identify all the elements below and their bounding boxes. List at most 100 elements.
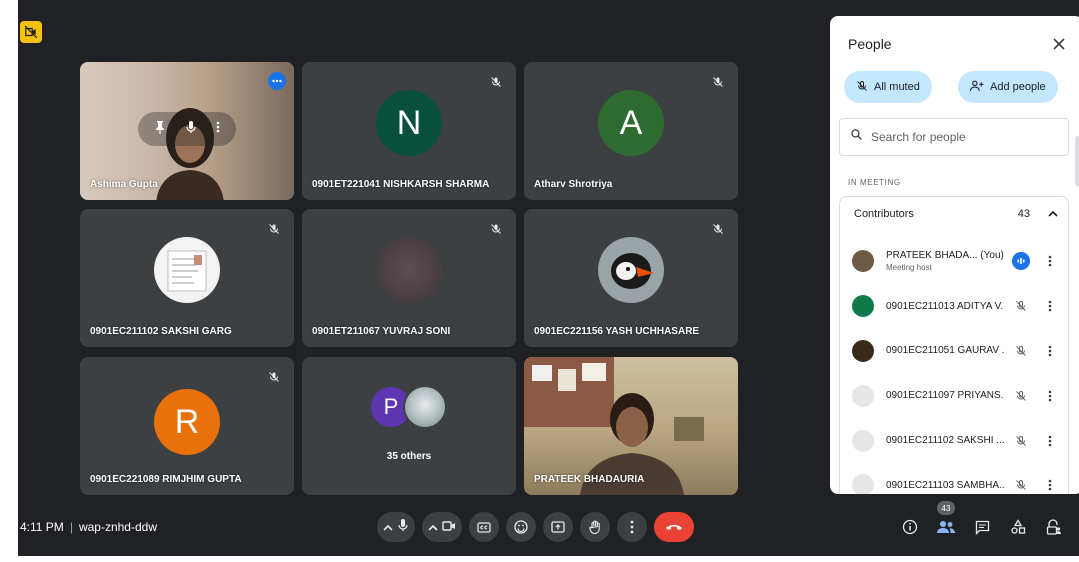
pin-icon[interactable] — [154, 120, 166, 139]
avatar — [852, 295, 874, 318]
camera-control[interactable] — [422, 512, 462, 542]
people-panel: People All muted Add people IN MEETING C… — [830, 16, 1079, 494]
participant-tile-yash[interactable]: 0901EC221156 YASH UCHHASARE — [524, 209, 738, 347]
person-silhouette — [156, 108, 224, 200]
divider: | — [69, 520, 73, 534]
list-item[interactable]: 0901EC211013 ADITYA V... — [840, 284, 1068, 329]
avatar — [852, 250, 874, 273]
chat-icon — [975, 520, 989, 535]
mic-off-icon — [1012, 297, 1030, 315]
participant-name: Ashima Gupta — [90, 179, 158, 190]
person-name: 0901EC211013 ADITYA V... — [886, 300, 1005, 312]
participant-photo — [376, 237, 442, 303]
avatar — [852, 339, 874, 362]
more-options-icon[interactable] — [1044, 390, 1056, 402]
more-options-icon[interactable] — [1044, 345, 1056, 357]
mic-off-icon — [856, 80, 868, 95]
participant-avatar: R — [154, 389, 220, 455]
reactions-button[interactable] — [506, 512, 536, 542]
person-name: 0901EC211103 SAMBHA... — [886, 479, 1005, 491]
captions-icon — [477, 521, 491, 533]
participant-name: Atharv Shrotriya — [534, 179, 613, 190]
camera-icon[interactable] — [442, 518, 456, 536]
camera-off-indicator-icon — [20, 21, 42, 43]
group-title: Contributors — [854, 208, 914, 220]
close-icon[interactable] — [1049, 34, 1069, 54]
list-item[interactable]: 0901EC211097 PRIYANS... — [840, 373, 1068, 418]
chat-button[interactable] — [970, 512, 994, 542]
meeting-details-button[interactable] — [898, 512, 922, 542]
participant-tile-rimjhim[interactable]: R 0901EC221089 RIMJHIM GUPTA — [80, 357, 294, 495]
all-muted-button[interactable]: All muted — [844, 71, 932, 103]
activities-button[interactable] — [1006, 512, 1030, 542]
participant-tile-atharv[interactable]: A Atharv Shrotriya — [524, 62, 738, 200]
chevron-up-icon[interactable] — [383, 518, 393, 536]
person-name: 0901EC211102 SAKSHI ... — [886, 435, 1005, 447]
meeting-info: 4:11 PM | wap-znhd-ddw — [20, 520, 157, 534]
mic-control[interactable] — [377, 512, 415, 542]
participant-tile-sakshi[interactable]: 0901EC211102 SAKSHI GARG — [80, 209, 294, 347]
participant-tile-yuvraj[interactable]: 0901ET211067 YUVRAJ SONI — [302, 209, 516, 347]
contributors-group: Contributors 43 PRATEEK BHADA... (You) M… — [839, 196, 1069, 494]
more-options-icon[interactable] — [1044, 435, 1056, 447]
mic-icon[interactable] — [397, 518, 409, 537]
leave-call-button[interactable] — [654, 512, 694, 542]
participant-photo — [403, 385, 447, 429]
avatar — [852, 474, 874, 494]
people-button[interactable]: 43 — [934, 501, 958, 542]
mic-off-icon — [264, 219, 284, 239]
participant-tile-others[interactable]: P 35 others — [302, 357, 516, 495]
mic-off-icon — [1012, 476, 1030, 494]
call-controls — [377, 512, 694, 542]
captions-button[interactable] — [469, 512, 499, 542]
chevron-up-icon[interactable] — [1048, 208, 1058, 220]
person-name: PRATEEK BHADA... (You) Meeting host — [886, 250, 1004, 273]
avatar — [852, 429, 874, 452]
lock-person-icon — [1046, 519, 1061, 535]
search-field[interactable] — [839, 118, 1069, 156]
participant-name: 0901ET221041 NISHKARSH SHARMA — [312, 179, 490, 190]
tile-hover-controls — [138, 112, 236, 146]
list-item[interactable]: PRATEEK BHADA... (You) Meeting host — [840, 239, 1068, 284]
raise-hand-button[interactable] — [580, 512, 610, 542]
avatar — [852, 384, 874, 407]
participant-name: 0901ET211067 YUVRAJ SONI — [312, 326, 451, 337]
add-people-label: Add people — [990, 81, 1046, 93]
mic-icon[interactable] — [185, 120, 197, 139]
mic-off-icon — [1012, 342, 1030, 360]
people-count-badge: 43 — [937, 501, 955, 515]
more-options-button[interactable] — [617, 512, 647, 542]
tile-more-icon[interactable] — [216, 120, 220, 138]
host-controls-button[interactable] — [1042, 512, 1066, 542]
mic-off-icon — [264, 367, 284, 387]
participant-tile-nishkarsh[interactable]: N 0901ET221041 NISHKARSH SHARMA — [302, 62, 516, 200]
host-label: Meeting host — [886, 263, 932, 273]
search-icon — [850, 128, 863, 146]
list-item[interactable]: 0901EC211051 GAURAV ... — [840, 329, 1068, 374]
more-options-icon[interactable] — [1044, 255, 1056, 267]
participant-tile-ashima[interactable]: Ashima Gupta — [80, 62, 294, 200]
side-controls: 43 — [898, 501, 1066, 542]
mic-off-icon — [708, 219, 728, 239]
participant-photo — [598, 237, 664, 303]
activities-icon — [1011, 519, 1026, 534]
more-options-icon[interactable] — [1044, 300, 1056, 312]
search-input[interactable] — [871, 130, 1051, 144]
present-button[interactable] — [543, 512, 573, 542]
participant-tile-prateek[interactable]: PRATEEK BHADAURIA — [524, 357, 738, 495]
all-muted-label: All muted — [874, 81, 920, 93]
people-list: PRATEEK BHADA... (You) Meeting host 0901… — [840, 239, 1068, 494]
tile-more-options-icon[interactable] — [268, 72, 286, 90]
chevron-up-icon[interactable] — [428, 518, 438, 536]
list-item[interactable]: 0901EC211102 SAKSHI ... — [840, 418, 1068, 463]
person-name: 0901EC211097 PRIYANS... — [886, 390, 1005, 402]
participant-name: 0901EC221089 RIMJHIM GUPTA — [90, 474, 242, 485]
speaking-indicator-icon — [1012, 252, 1031, 271]
list-item[interactable]: 0901EC211103 SAMBHA... — [840, 463, 1068, 494]
add-people-button[interactable]: Add people — [958, 71, 1058, 103]
panel-scrollbar[interactable] — [1075, 136, 1079, 186]
more-options-icon[interactable] — [1044, 479, 1056, 491]
meeting-time: 4:11 PM — [20, 520, 64, 534]
contributors-header[interactable]: Contributors 43 — [840, 197, 1068, 231]
others-count-label: 35 others — [386, 451, 432, 462]
